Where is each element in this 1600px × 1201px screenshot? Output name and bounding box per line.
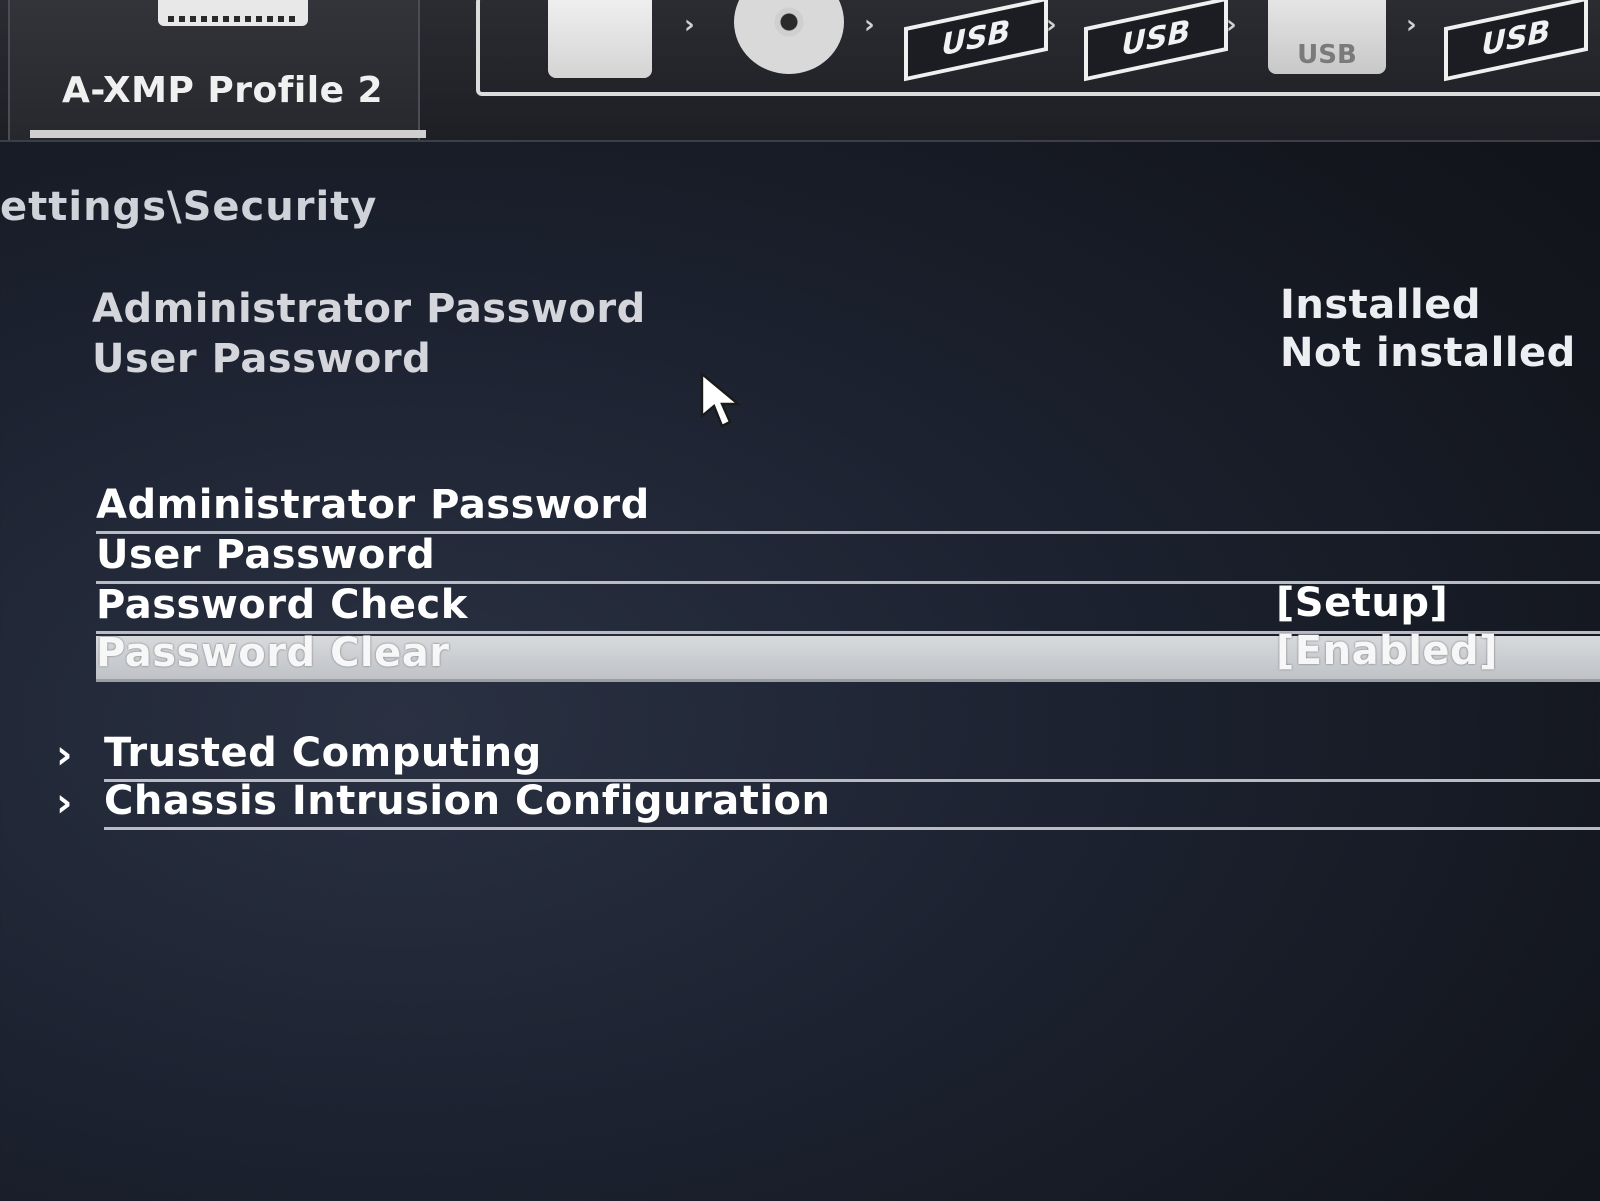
xmp-profile-button[interactable]: A-XMP Profile 2	[8, 0, 426, 140]
user-password-status-label: User Password	[92, 336, 432, 382]
chevron-right-icon: ›	[1226, 10, 1237, 40]
chassis-intrusion-submenu[interactable]: › Chassis Intrusion Configuration	[56, 778, 1600, 830]
admin-password-status-label: Administrator Password	[92, 286, 646, 332]
chevron-right-icon: ›	[1046, 10, 1057, 40]
setting-value: [Enabled]	[1276, 628, 1498, 674]
chevron-right-icon: ›	[864, 10, 875, 40]
trusted-computing-submenu[interactable]: › Trusted Computing	[56, 730, 1600, 782]
admin-password-setting[interactable]: Administrator Password	[96, 482, 1600, 534]
admin-password-status-value: Installed	[1280, 282, 1481, 328]
breadcrumb: ettings\Security	[0, 184, 378, 230]
setting-value: [Setup]	[1276, 580, 1449, 626]
top-bar: A-XMP Profile 2 › › USB › USB › USB › US…	[0, 0, 1600, 142]
user-password-status-value: Not installed	[1280, 330, 1576, 376]
xmp-active-indicator	[30, 130, 426, 138]
chevron-right-icon: ›	[1406, 10, 1417, 40]
usb-label: USB	[1268, 0, 1386, 74]
mouse-cursor-icon	[700, 372, 742, 428]
setting-label: Administrator Password	[96, 482, 650, 528]
xmp-profile-label: A-XMP Profile 2	[62, 70, 384, 111]
setting-label: Password Clear	[96, 630, 450, 676]
submenu-label: Trusted Computing	[104, 730, 542, 776]
chevron-right-icon: ›	[684, 10, 695, 40]
double-chevron-right-icon: ›	[56, 732, 73, 778]
setting-label: Password Check	[96, 582, 468, 628]
submenu-label: Chassis Intrusion Configuration	[104, 778, 831, 824]
user-password-setting[interactable]: User Password	[96, 532, 1600, 584]
setting-label: User Password	[96, 532, 436, 578]
double-chevron-right-icon: ›	[56, 780, 73, 826]
password-clear-setting[interactable]: Password Clear [Enabled]	[96, 628, 1600, 682]
hdd-icon[interactable]	[548, 0, 652, 78]
memory-module-icon	[158, 0, 308, 26]
